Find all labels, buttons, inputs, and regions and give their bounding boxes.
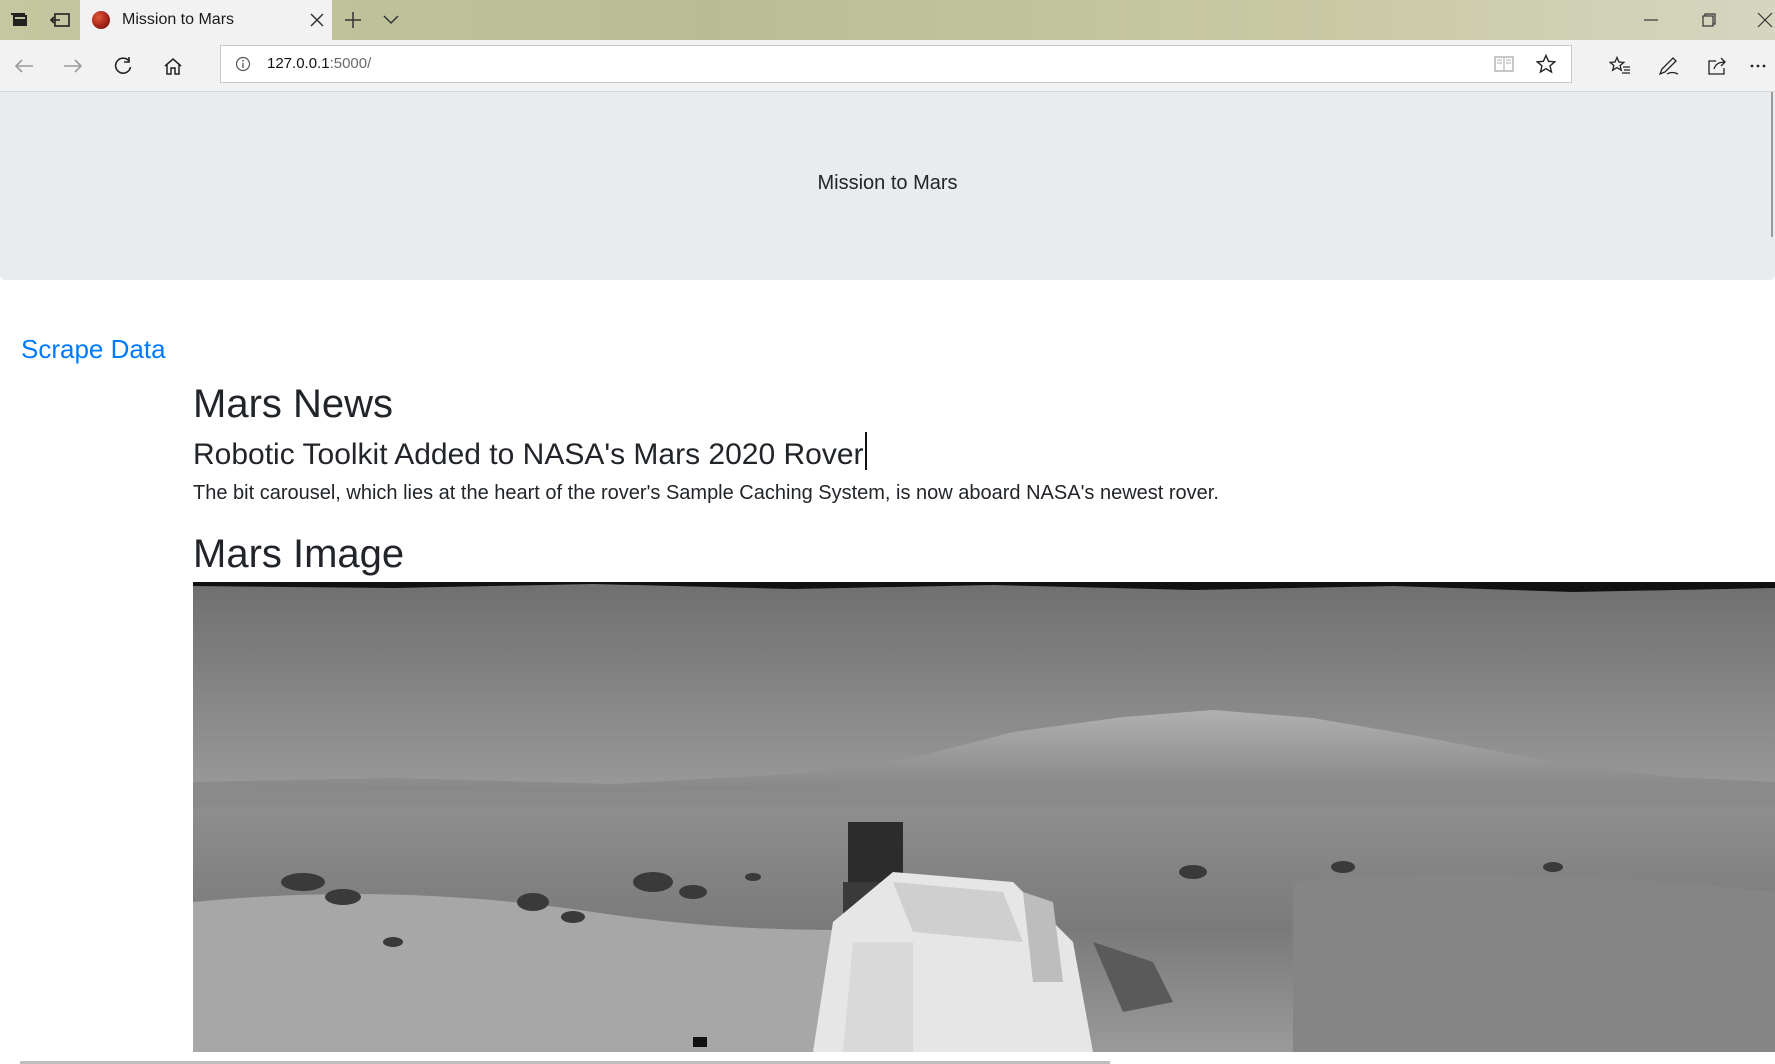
news-title: Robotic Toolkit Added to NASA's Mars 202… <box>193 432 867 472</box>
url-text[interactable]: 127.0.0.1:5000/ <box>267 46 371 82</box>
forward-arrow-icon[interactable] <box>49 40 97 91</box>
favorite-star-icon[interactable] <box>1531 46 1561 82</box>
url-host: 127.0.0.1 <box>267 55 330 72</box>
back-arrow-icon[interactable] <box>0 40 48 91</box>
browser-tab-bar: Mission to Mars <box>0 0 1775 40</box>
favorites-hub-icon[interactable] <box>1596 40 1644 91</box>
close-window-icon[interactable] <box>1736 0 1775 40</box>
restore-icon[interactable] <box>1680 0 1737 40</box>
share-icon[interactable] <box>1694 40 1742 91</box>
vertical-scrollbar[interactable] <box>1771 92 1773 237</box>
new-tab-icon[interactable] <box>333 0 373 40</box>
active-tab[interactable]: Mission to Mars <box>80 0 332 40</box>
mars-news-heading: Mars News <box>193 382 394 426</box>
jumbotron-title: Mission to Mars <box>817 172 958 194</box>
set-aside-tabs-icon[interactable] <box>40 0 80 40</box>
tab-title: Mission to Mars <box>122 11 235 28</box>
address-bar[interactable]: 127.0.0.1:5000/ <box>220 45 1572 83</box>
news-paragraph: The bit carousel, which lies at the hear… <box>193 482 1219 504</box>
tab-preview-chevron-icon[interactable] <box>371 0 411 40</box>
scrape-data-link[interactable]: Scrape Data <box>21 334 166 365</box>
minimize-icon[interactable] <box>1622 0 1679 40</box>
page-viewport: Mission to Mars Scrape Data Mars News Ro… <box>0 92 1775 1064</box>
browser-toolbar: 127.0.0.1:5000/ <box>0 40 1775 92</box>
more-icon[interactable] <box>1740 40 1775 91</box>
reading-view-icon[interactable] <box>1489 46 1519 82</box>
home-icon[interactable] <box>149 40 197 91</box>
web-note-icon[interactable] <box>1645 40 1693 91</box>
jumbotron: Mission to Mars <box>0 92 1775 280</box>
close-tab-icon[interactable] <box>302 0 332 40</box>
mars-image-heading: Mars Image <box>193 532 405 576</box>
mars-featured-image <box>193 582 1775 1052</box>
site-info-icon[interactable] <box>231 46 255 82</box>
mars-favicon <box>92 11 110 29</box>
refresh-icon[interactable] <box>99 40 147 91</box>
url-path: :5000/ <box>329 55 372 72</box>
tab-list-icon[interactable] <box>0 0 40 40</box>
news-title-text: Robotic Toolkit Added to NASA's Mars 202… <box>193 438 864 471</box>
text-cursor <box>864 432 867 470</box>
